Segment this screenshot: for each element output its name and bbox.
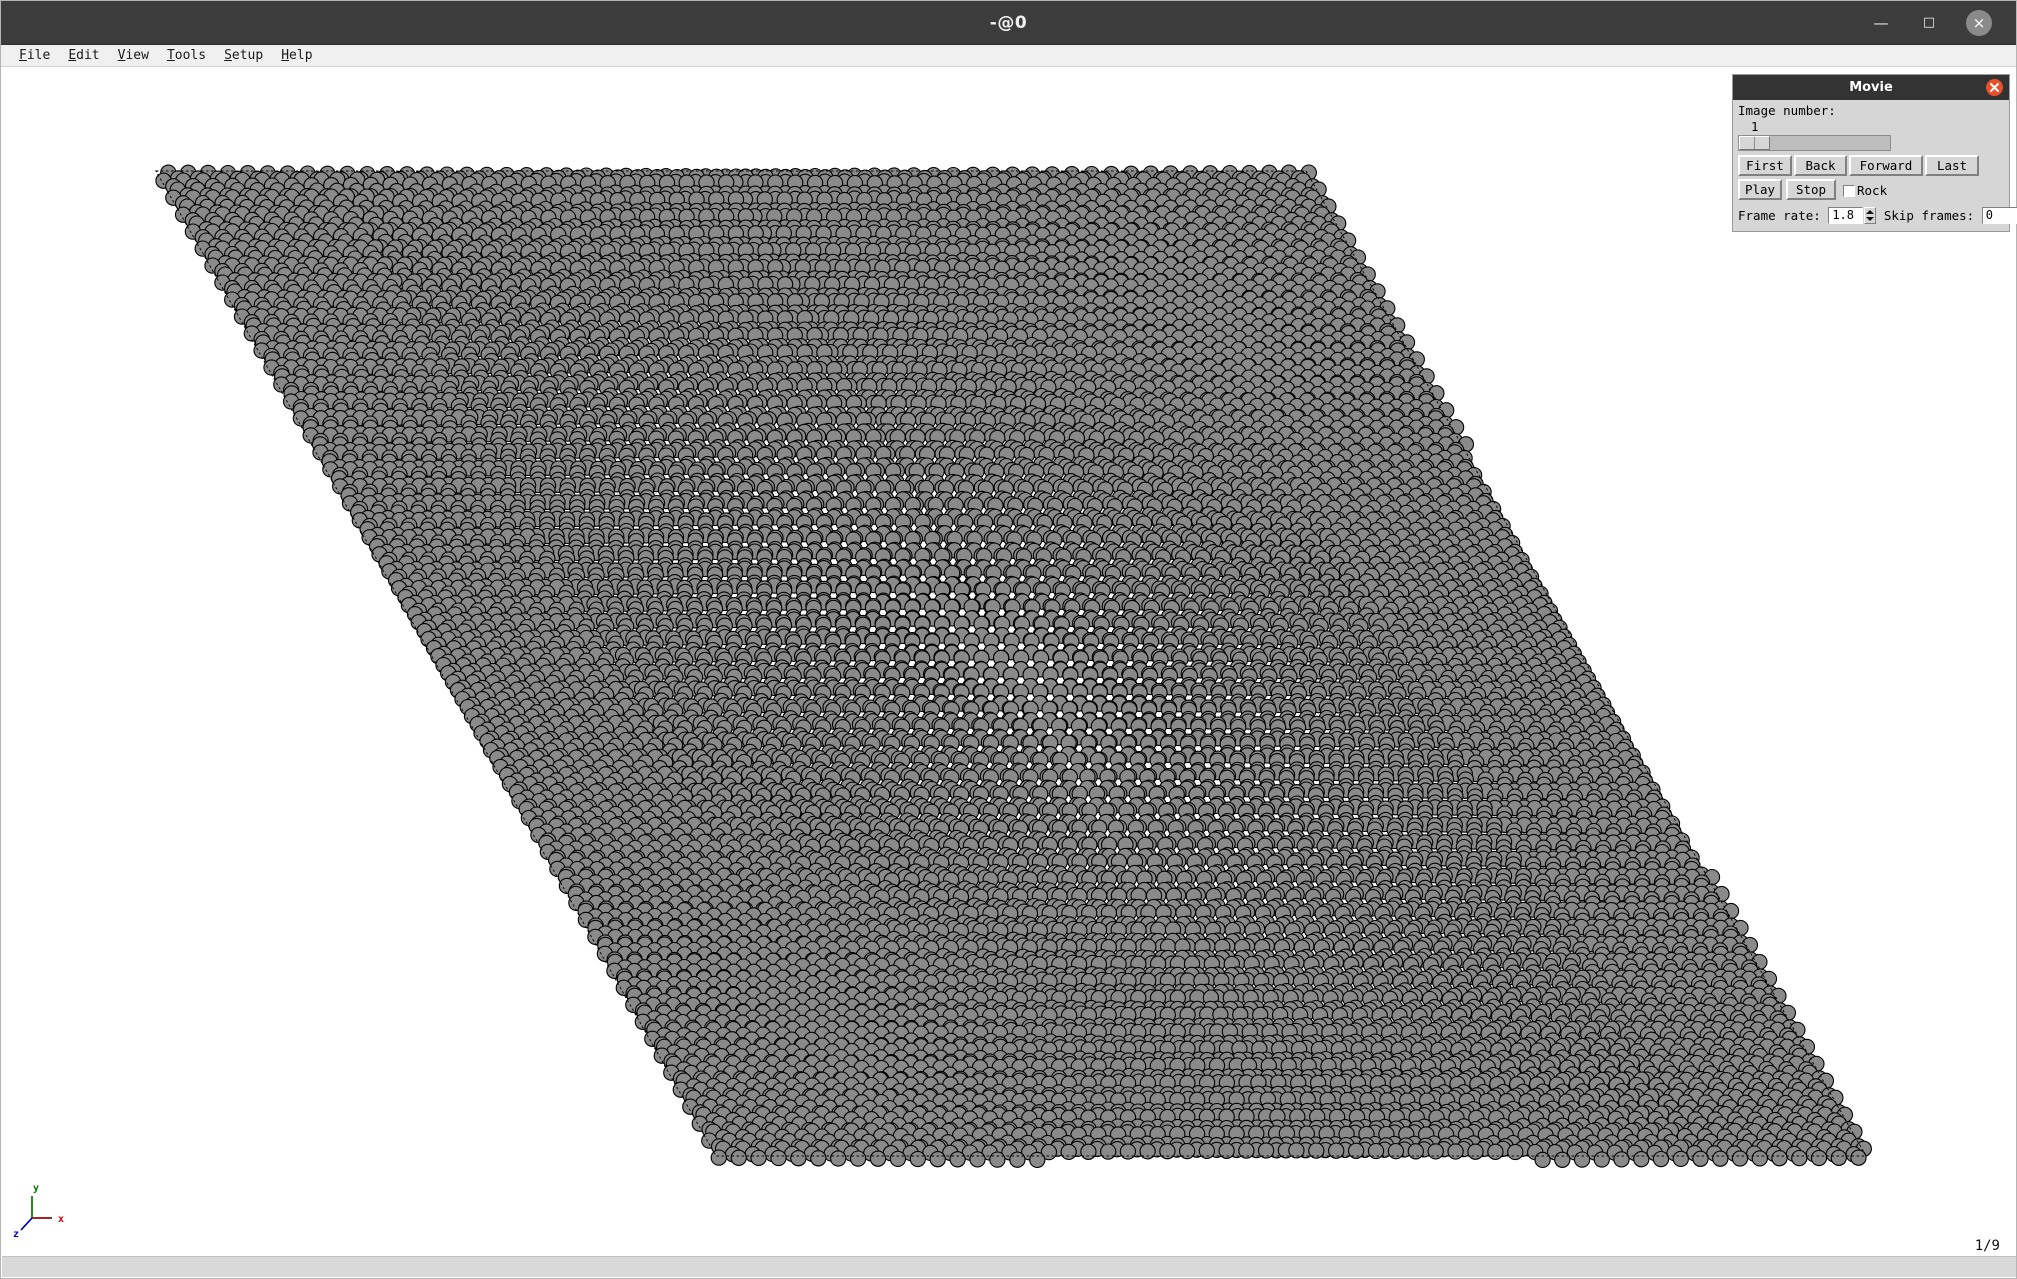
menu-help-label: elp xyxy=(289,48,313,63)
movie-panel-title: Movie xyxy=(1849,80,1893,95)
frame-rate-label: Frame rate: xyxy=(1738,208,1821,223)
menu-tools[interactable]: Tools xyxy=(158,45,215,67)
play-button[interactable]: Play xyxy=(1738,179,1782,200)
forward-frame-button[interactable]: Forward xyxy=(1849,155,1923,176)
axis-label-y: y xyxy=(33,1184,39,1194)
movie-close-button[interactable] xyxy=(1986,79,2003,96)
menu-setup-accel: S xyxy=(224,48,232,63)
frame-counter: 1/9 xyxy=(1974,1238,2000,1254)
menu-edit-label: dit xyxy=(76,48,100,63)
stop-button[interactable]: Stop xyxy=(1786,179,1836,200)
menu-edit-accel: E xyxy=(68,48,77,63)
frame-rate-down-icon[interactable] xyxy=(1866,217,1875,221)
last-frame-button[interactable]: Last xyxy=(1925,155,1979,176)
window-titlebar: -@0 — □ × xyxy=(1,1,2016,45)
movie-panel: Movie Image number: 1 First Back Forward La… xyxy=(1732,74,2017,232)
movie-panel-titlebar: Movie xyxy=(1733,75,2009,100)
atom-group xyxy=(155,164,1872,1169)
menu-tools-accel: T xyxy=(166,48,175,63)
close-icon: × xyxy=(1972,14,1986,32)
frame-rate-stepper[interactable] xyxy=(1864,207,1877,224)
skip-frames-label: Skip frames: xyxy=(1883,208,1975,223)
rock-control: Rock xyxy=(1843,179,1887,201)
menu-file-accel: F xyxy=(19,48,27,63)
back-frame-button[interactable]: Back xyxy=(1794,155,1847,176)
axis-label-x: x xyxy=(58,1214,64,1225)
window-title: -@0 xyxy=(989,13,1028,33)
axis-label-z: z xyxy=(13,1229,19,1240)
axis-orientation-indicator: x y z xyxy=(13,1184,64,1240)
rock-label: Rock xyxy=(1857,183,1888,198)
image-number-label: Image number: xyxy=(1738,103,1836,118)
close-window-button[interactable]: × xyxy=(1966,10,1992,36)
menu-file[interactable]: File xyxy=(10,45,59,67)
menu-edit[interactable]: Edit xyxy=(59,45,108,67)
minimize-button[interactable]: — xyxy=(1868,10,1894,36)
application-window: -@0 — □ × File Edit View Tools Setup Help xyz… xyxy=(0,0,2017,1279)
menu-tools-label: ools xyxy=(174,48,207,63)
movie-navigation-row: First Back Forward Last xyxy=(1738,155,2004,176)
skip-frames-input[interactable]: 0 xyxy=(1981,207,2017,224)
menu-view[interactable]: View xyxy=(109,45,158,67)
frame-rate-up-icon[interactable] xyxy=(1866,210,1875,214)
menu-help[interactable]: Help xyxy=(272,45,321,67)
menu-help-accel: H xyxy=(281,48,290,63)
movie-panel-body: Image number: 1 First Back Forward Last Pla… xyxy=(1733,100,2017,225)
image-number-value: 1 xyxy=(1751,119,1759,134)
structure-canvas[interactable]: x y z 1/9 xyxy=(2,68,2016,1258)
image-number-slider[interactable] xyxy=(1738,135,1891,151)
minimize-icon: — xyxy=(1873,14,1889,32)
status-bar xyxy=(2,1256,2016,1277)
menu-setup[interactable]: Setup xyxy=(215,45,272,67)
maximize-icon: □ xyxy=(1922,15,1936,30)
menu-setup-label: etup xyxy=(231,48,264,63)
movie-playback-row: Play Stop Rock xyxy=(1738,179,2004,201)
frame-rate-input[interactable]: 1.8 xyxy=(1828,207,1864,224)
first-frame-button[interactable]: First xyxy=(1738,155,1792,176)
movie-rate-row: Frame rate: 1.8 Skip frames: 0 xyxy=(1738,205,2017,225)
menu-view-label: iew xyxy=(125,48,149,63)
axis-color-z xyxy=(21,1217,33,1230)
rock-checkbox[interactable] xyxy=(1843,184,1855,197)
menubar: File Edit View Tools Setup Help xyxy=(1,45,2016,67)
atomic-structure-view[interactable] xyxy=(2,68,2016,1258)
menu-file-label: ile xyxy=(26,48,51,63)
maximize-button[interactable]: □ xyxy=(1916,10,1942,36)
close-x-icon xyxy=(1990,83,1999,92)
slider-handle[interactable] xyxy=(1739,136,1770,150)
